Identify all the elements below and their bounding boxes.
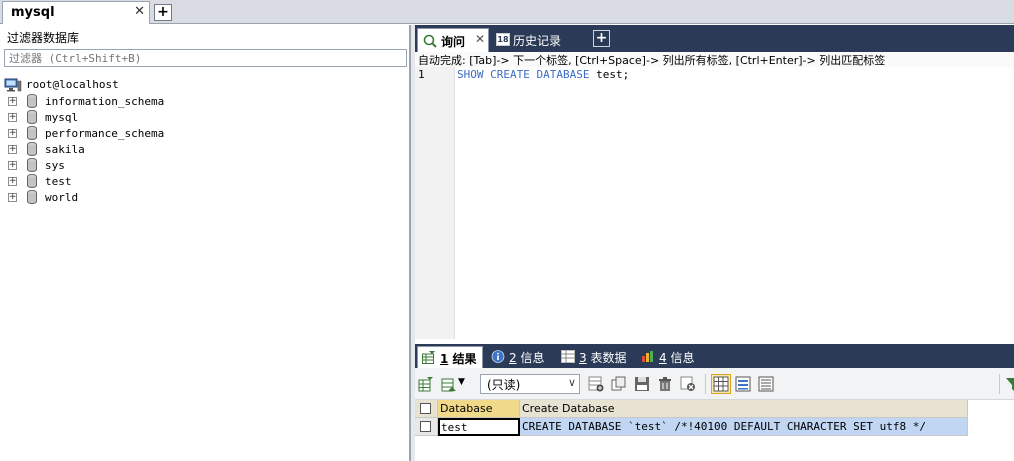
insert-row-icon[interactable] [588,376,604,392]
tab-info-number: 2 [509,351,517,365]
readonly-select-value: (只读) [487,378,521,392]
header-select-cell[interactable] [415,400,438,418]
grid-view-icon[interactable] [711,374,731,394]
database-label: information_schema [45,95,165,108]
database-icon [27,190,37,204]
save-icon[interactable] [634,376,650,392]
row-select-cell[interactable] [415,418,438,436]
database-label: mysql [45,111,79,124]
expand-icon[interactable]: + [8,129,17,138]
chevron-down-icon: ∨ [567,376,576,389]
autocomplete-hint: 自动完成: [Tab]-> 下一个标签, [Ctrl+Space]-> 列出所有… [415,52,1014,67]
close-icon[interactable]: ✕ [475,32,485,46]
expand-icon[interactable]: + [8,161,17,170]
tab-table-data-number: 3 [579,351,587,365]
database-icon [27,174,37,188]
close-icon[interactable]: ✕ [134,4,145,19]
tab-table-data-label: 表数据 [590,351,627,365]
form-view-icon[interactable] [735,376,751,392]
editor-tab-bar: 询问 ✕ 18 历史记录 + [415,25,1014,52]
connection-tab-label: mysql [11,5,55,20]
toolbar-divider [999,374,1000,394]
object-browser-panel: 过滤器数据库 root@localhost + information_sche… [0,25,410,461]
tab-info-4-label: 信息 [670,351,695,365]
table-cell-database[interactable]: test [438,418,520,436]
code-argument: test; [596,68,630,81]
tab-result-label: 结果 [452,352,477,366]
filter-icon[interactable] [1005,376,1014,392]
calendar-icon: 18 [496,33,510,46]
dropdown-arrow-icon[interactable]: ▼ [458,377,465,387]
line-number: 1 [418,68,425,81]
server-icon [4,78,22,92]
tab-history-label: 历史记录 [513,34,562,48]
database-icon [27,126,37,140]
text-view-icon[interactable] [758,376,774,392]
tab-result-number: 1 [440,352,449,366]
tab-info[interactable]: 2 信息 [487,346,555,368]
tab-result[interactable]: 1 结果 [417,346,483,368]
tab-query-label: 询问 [441,35,466,49]
keyword-create: CREATE [490,68,530,81]
database-icon [27,94,37,108]
tree-root-label: root@localhost [26,78,119,91]
info-icon [491,350,505,363]
connection-tab-mysql[interactable]: mysql ✕ [2,1,150,24]
toolbar-divider [705,374,706,394]
database-label: world [45,191,79,204]
sql-editor[interactable]: 1 SHOW CREATE DATABASE test; [415,67,1014,339]
expand-icon[interactable]: + [8,145,17,154]
database-label: test [45,175,72,188]
readonly-select[interactable]: (只读) ∨ [480,374,580,394]
database-icon [27,158,37,172]
database-icon [27,110,37,124]
export-icon[interactable] [418,376,434,392]
expand-icon[interactable]: + [8,193,17,202]
keyword-database: DATABASE [536,68,590,81]
result-grid[interactable]: Database Create Database test CREATE DAT… [415,400,1014,461]
tab-query[interactable]: 询问 ✕ [417,28,489,52]
import-icon[interactable] [441,376,457,392]
delete-icon[interactable] [657,376,673,392]
database-label: sys [45,159,65,172]
connection-tab-bar: mysql ✕ + [0,0,1014,24]
line-number-gutter: 1 [415,67,455,339]
column-header-create-database[interactable]: Create Database [520,400,968,418]
result-tab-bar: 1 结果 2 信息 3 表数据 4 信息 [415,344,1014,368]
code-line[interactable]: SHOW CREATE DATABASE test; [457,68,629,81]
tab-table-data[interactable]: 3 表数据 [557,346,635,368]
expand-icon[interactable]: + [8,177,17,186]
result-grid-icon [422,351,435,364]
column-header-database[interactable]: Database [438,400,520,418]
table-icon [561,350,575,363]
new-connection-button[interactable]: + [154,4,172,21]
select-all-checkbox[interactable] [420,403,431,414]
new-query-tab-button[interactable]: + [593,30,610,47]
cancel-changes-icon[interactable] [680,376,696,392]
row-checkbox[interactable] [420,421,431,432]
tab-info-4[interactable]: 4 信息 [637,346,707,368]
tab-history[interactable]: 18 历史记录 [492,28,588,52]
filter-database-input[interactable] [4,49,407,67]
keyword-show: SHOW [457,68,484,81]
tab-info-4-number: 4 [659,351,667,365]
database-label: performance_schema [45,127,165,140]
chart-icon [642,351,653,362]
query-icon [423,34,437,48]
database-label: sakila [45,143,85,156]
filter-title: 过滤器数据库 [7,31,80,45]
database-icon [27,142,37,156]
tab-info-label: 信息 [520,351,545,365]
expand-icon[interactable]: + [8,97,17,106]
expand-icon[interactable]: + [8,113,17,122]
table-cell-create-database[interactable]: CREATE DATABASE `test` /*!40100 DEFAULT … [520,418,968,436]
duplicate-row-icon[interactable] [611,376,627,392]
result-toolbar: ▼ (只读) ∨ [415,368,1014,400]
